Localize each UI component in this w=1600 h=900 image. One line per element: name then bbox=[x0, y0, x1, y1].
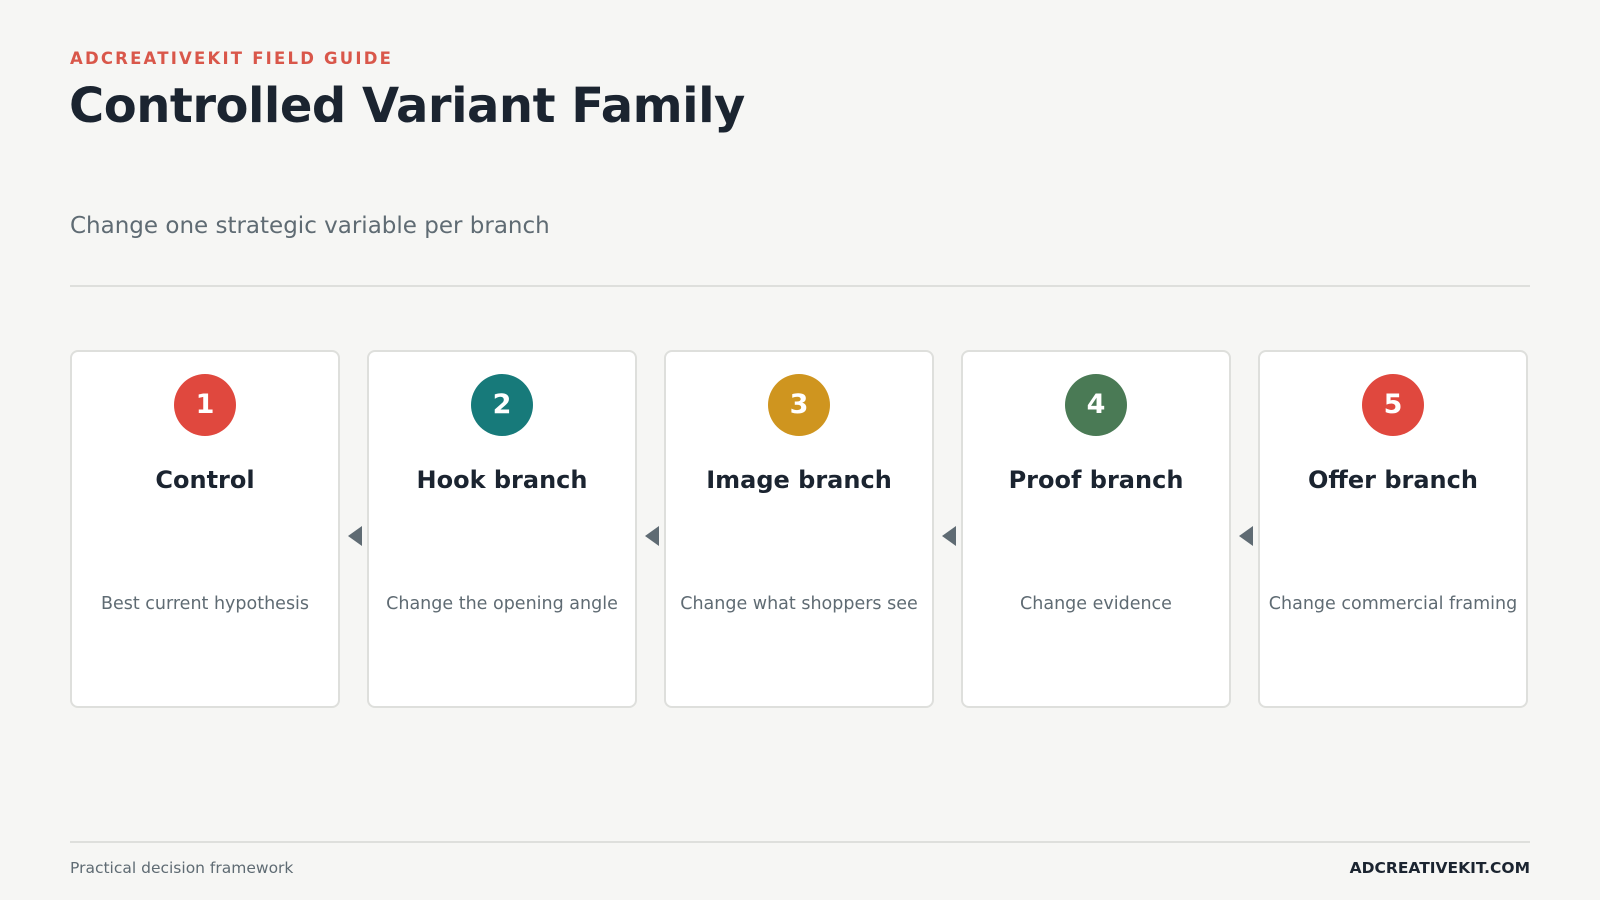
arrow-left-icon bbox=[942, 526, 956, 546]
step-title: Proof branch bbox=[1008, 466, 1184, 494]
step-description: Change commercial framing bbox=[1268, 594, 1518, 614]
step-number-badge: 4 bbox=[1065, 374, 1127, 436]
bottom-divider bbox=[70, 841, 1530, 843]
step-title: Control bbox=[155, 466, 255, 494]
step-description: Change the opening angle bbox=[386, 594, 618, 614]
arrow-left-icon bbox=[1239, 526, 1253, 546]
footer-brand: ADCREATIVEKIT.COM bbox=[1349, 859, 1530, 877]
page-subtitle: Change one strategic variable per branch bbox=[70, 213, 550, 239]
footer-caption: Practical decision framework bbox=[70, 859, 294, 877]
step-card-hook-branch: 2 Hook branch Change the opening angle bbox=[367, 350, 637, 708]
variant-steps: 1 Control Best current hypothesis 2 Hook… bbox=[70, 350, 1530, 710]
step-title: Offer branch bbox=[1308, 466, 1478, 494]
step-description: Change what shoppers see bbox=[680, 594, 918, 614]
page-title: Controlled Variant Family bbox=[69, 78, 745, 134]
arrow-left-icon bbox=[348, 526, 362, 546]
step-number-badge: 5 bbox=[1362, 374, 1424, 436]
step-number-badge: 1 bbox=[174, 374, 236, 436]
step-number-badge: 2 bbox=[471, 374, 533, 436]
step-card-proof-branch: 4 Proof branch Change evidence bbox=[961, 350, 1231, 708]
top-divider bbox=[70, 285, 1530, 287]
eyebrow-label: ADCREATIVEKIT FIELD GUIDE bbox=[70, 49, 394, 68]
step-card-control: 1 Control Best current hypothesis bbox=[70, 350, 340, 708]
step-description: Best current hypothesis bbox=[100, 594, 310, 614]
step-title: Image branch bbox=[706, 466, 892, 494]
arrow-left-icon bbox=[645, 526, 659, 546]
step-number-badge: 3 bbox=[768, 374, 830, 436]
step-card-image-branch: 3 Image branch Change what shoppers see bbox=[664, 350, 934, 708]
step-title: Hook branch bbox=[416, 466, 588, 494]
step-card-offer-branch: 5 Offer branch Change commercial framing bbox=[1258, 350, 1528, 708]
step-description: Change evidence bbox=[1020, 594, 1172, 614]
